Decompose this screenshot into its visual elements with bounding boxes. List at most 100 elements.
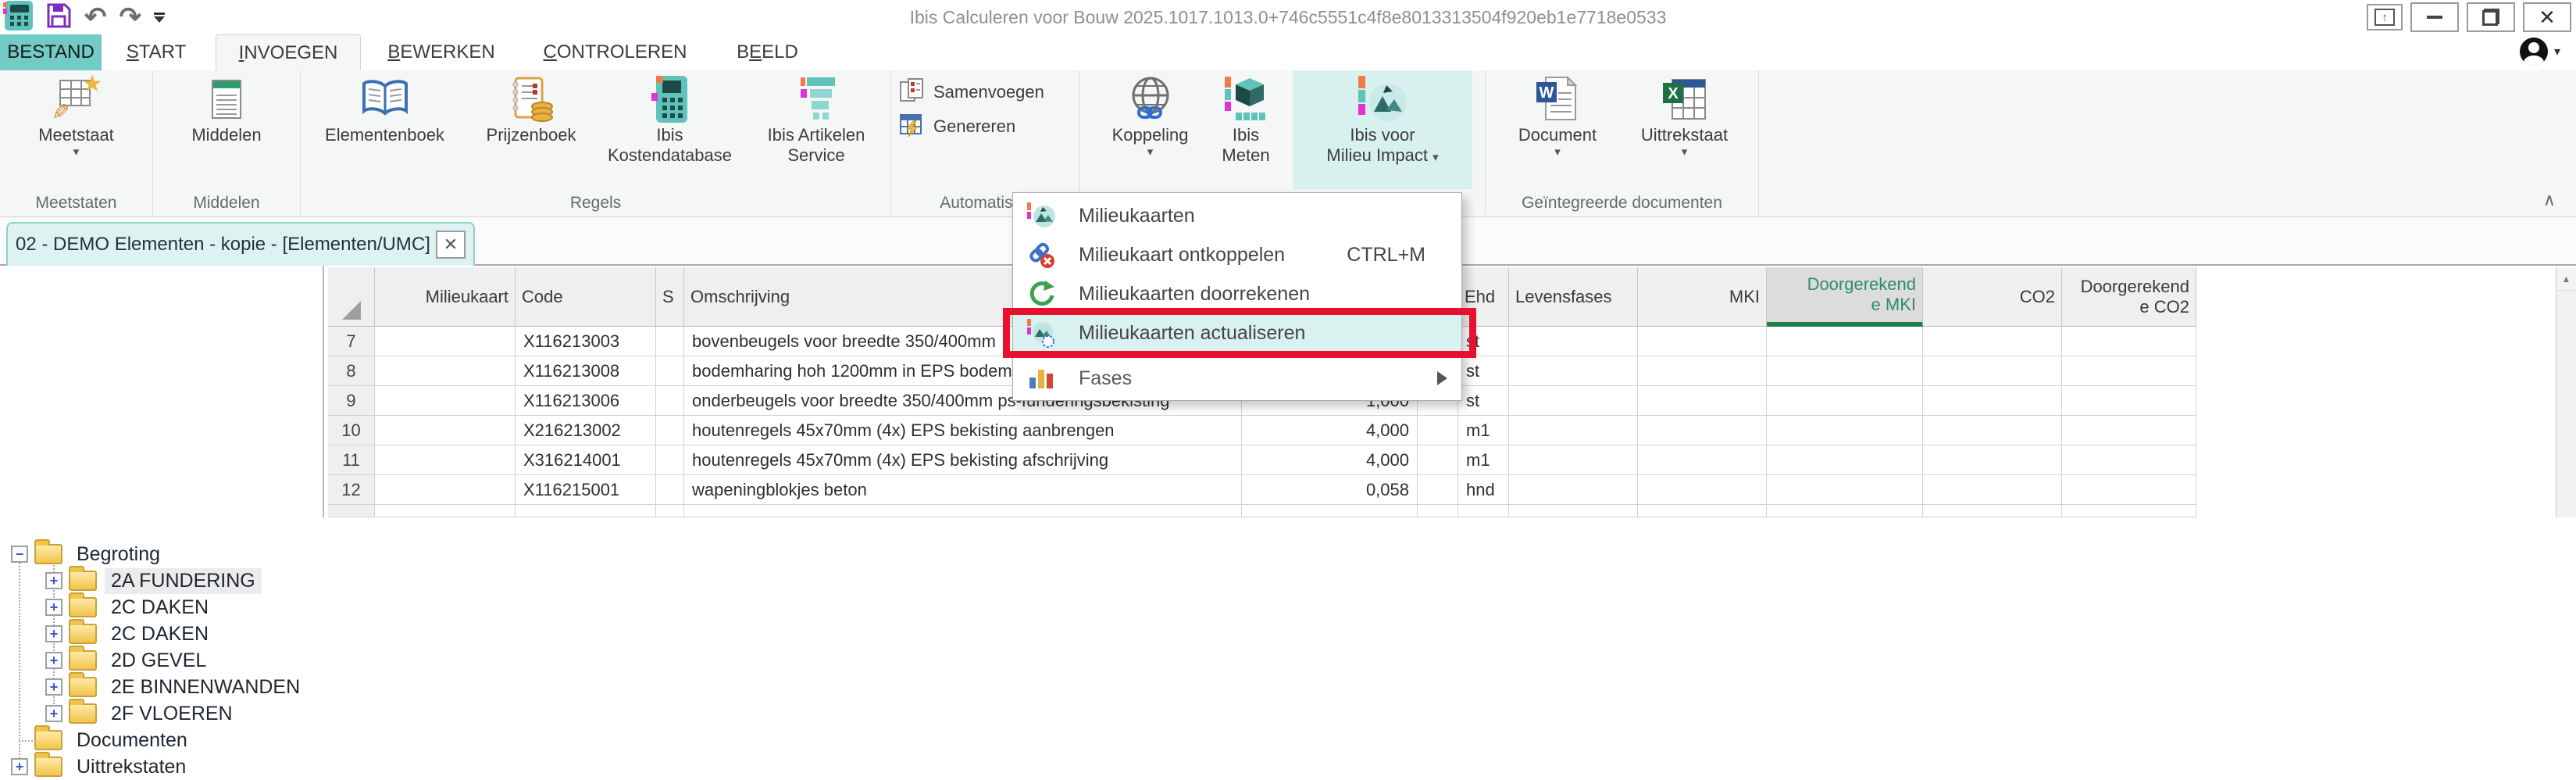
cell-milieukaart[interactable] xyxy=(375,327,516,356)
cell-milieukaart[interactable] xyxy=(375,386,516,416)
document-button[interactable]: W Document ▾ xyxy=(1495,70,1620,189)
tree-item-documenten[interactable]: Documenten xyxy=(0,727,323,753)
cell-levensfases[interactable] xyxy=(1509,445,1638,475)
tab-invoegen[interactable]: INVOEGEN xyxy=(216,34,361,70)
row-number[interactable]: 11 xyxy=(328,445,375,475)
select-all-corner-cell[interactable] xyxy=(328,267,375,327)
tree-expand-toggle[interactable]: + xyxy=(11,758,28,775)
tab-bewerken[interactable]: BEWERKEN xyxy=(379,34,504,70)
cell-co2[interactable] xyxy=(1923,327,2062,356)
header-co2[interactable]: CO2 xyxy=(1923,267,2062,327)
cell-doorgerekende-mki[interactable] xyxy=(1767,327,1923,356)
tree-item-2a-fundering[interactable]: + 2A FUNDERING xyxy=(0,567,323,594)
cell-ehd[interactable]: st xyxy=(1458,386,1509,416)
menu-item-fases[interactable]: Fases xyxy=(1013,360,1461,397)
row-number[interactable]: 12 xyxy=(328,475,375,505)
header-ehd[interactable]: Ehd xyxy=(1458,267,1509,327)
cell-doorgerekende-co2[interactable] xyxy=(2062,327,2196,356)
samenvoegen-button[interactable]: Samenvoegen xyxy=(899,78,1044,106)
cell-s[interactable] xyxy=(656,356,684,386)
cell-code[interactable]: X116213008 xyxy=(516,356,656,386)
tab-start[interactable]: START xyxy=(117,34,195,70)
cell-doorgerekende-mki[interactable] xyxy=(1767,386,1923,416)
save-button[interactable] xyxy=(45,2,72,34)
cell-code[interactable]: X316214001 xyxy=(516,445,656,475)
cell-narrow[interactable] xyxy=(1418,416,1458,445)
cell-omschrijving[interactable]: wapeningblokjes beton xyxy=(684,475,1242,505)
ibis-kostendatabase-button[interactable]: IbisKostendatabase xyxy=(596,70,744,189)
undo-button[interactable]: ↶ xyxy=(84,2,107,32)
cell-ehd[interactable]: hnd xyxy=(1458,475,1509,505)
cell-milieukaart[interactable] xyxy=(375,475,516,505)
row-number[interactable]: 10 xyxy=(328,416,375,445)
prijzenboek-button[interactable]: Prijzenboek xyxy=(467,70,596,189)
tree-item-2f-vloeren[interactable]: + 2F VLOEREN xyxy=(0,700,323,727)
tree-item-begroting[interactable]: − Begroting xyxy=(0,541,323,567)
menu-item-milieukaarten-doorrekenen[interactable]: Milieukaarten doorrekenen xyxy=(1013,274,1461,313)
cell-s[interactable] xyxy=(656,505,684,517)
account-button[interactable]: ▾ xyxy=(2520,38,2560,66)
cell-doorgerekende-mki[interactable] xyxy=(1767,416,1923,445)
menu-item-milieukaart-ontkoppelen[interactable]: Milieukaart ontkoppelen CTRL+M xyxy=(1013,235,1461,274)
tree-item-uittrekstaten[interactable]: + Uittrekstaten xyxy=(0,753,323,780)
cell-doorgerekende-co2[interactable] xyxy=(2062,416,2196,445)
header-milieukaart[interactable]: Milieukaart xyxy=(375,267,516,327)
cell-levensfases[interactable] xyxy=(1509,386,1638,416)
cell-ehd[interactable]: st xyxy=(1458,356,1509,386)
genereren-button[interactable]: Genereren xyxy=(899,113,1015,141)
close-button[interactable]: ✕ xyxy=(2523,2,2571,32)
cell-ehd[interactable]: m1 xyxy=(1458,416,1509,445)
tree-expand-toggle[interactable]: + xyxy=(45,652,62,669)
cell-milieukaart[interactable] xyxy=(375,356,516,386)
cell-doorgerekende-mki[interactable] xyxy=(1767,505,1923,517)
tree-item-2c-daken-2[interactable]: + 2C DAKEN xyxy=(0,621,323,647)
cell-code[interactable]: X116215001 xyxy=(516,475,656,505)
ribbon-display-options-button[interactable]: ↑ xyxy=(2367,4,2403,30)
cell-hoeveelheid[interactable] xyxy=(1242,505,1418,517)
tree-item-2d-gevel[interactable]: + 2D GEVEL xyxy=(0,647,323,674)
cell-doorgerekende-co2[interactable] xyxy=(2062,356,2196,386)
cell-mki[interactable] xyxy=(1638,356,1767,386)
cell-code[interactable]: X216213002 xyxy=(516,416,656,445)
cell-s[interactable] xyxy=(656,475,684,505)
cell-hoeveelheid[interactable]: 4,000 xyxy=(1242,445,1418,475)
row-number[interactable]: 7 xyxy=(328,327,375,356)
document-tab-close-button[interactable]: ✕ xyxy=(436,231,466,259)
header-levensfases[interactable]: Levensfases xyxy=(1509,267,1638,327)
cell-milieukaart[interactable] xyxy=(375,416,516,445)
cell-code[interactable] xyxy=(516,505,656,517)
tree-expand-toggle[interactable]: + xyxy=(45,625,62,642)
header-doorgerekende-mki[interactable]: Doorgerekende MKI xyxy=(1767,267,1923,327)
cell-doorgerekende-co2[interactable] xyxy=(2062,386,2196,416)
header-mki[interactable]: MKI xyxy=(1638,267,1767,327)
document-tab[interactable]: 02 - DEMO Elementen - kopie - [Elementen… xyxy=(6,222,475,266)
cell-omschrijving[interactable]: houtenregels 45x70mm (4x) EPS bekisting … xyxy=(684,416,1242,445)
cell-milieukaart[interactable] xyxy=(375,445,516,475)
tab-beeld[interactable]: BEELD xyxy=(726,34,808,70)
cell-mki[interactable] xyxy=(1638,505,1767,517)
cell-code[interactable]: X116213006 xyxy=(516,386,656,416)
row-number[interactable]: 9 xyxy=(328,386,375,416)
ibis-voor-milieu-impact-button[interactable]: Ibis voorMilieu Impact ▾ xyxy=(1293,70,1472,189)
cell-code[interactable]: X116213003 xyxy=(516,327,656,356)
menu-item-milieukaarten[interactable]: Milieukaarten xyxy=(1013,196,1461,235)
tree-item-2c-daken[interactable]: + 2C DAKEN xyxy=(0,594,323,621)
tree-expand-toggle[interactable]: + xyxy=(45,678,62,696)
cell-mki[interactable] xyxy=(1638,416,1767,445)
cell-levensfases[interactable] xyxy=(1509,327,1638,356)
vertical-scrollbar[interactable]: ▲ xyxy=(2556,267,2576,517)
cell-co2[interactable] xyxy=(1923,505,2062,517)
cell-doorgerekende-mki[interactable] xyxy=(1767,356,1923,386)
cell-co2[interactable] xyxy=(1923,356,2062,386)
tree-collapse-toggle[interactable]: − xyxy=(11,546,28,563)
cell-doorgerekende-mki[interactable] xyxy=(1767,445,1923,475)
cell-mki[interactable] xyxy=(1638,445,1767,475)
cell-hoeveelheid[interactable]: 0,058 xyxy=(1242,475,1418,505)
cell-omschrijving[interactable]: houtenregels 45x70mm (4x) EPS bekisting … xyxy=(684,445,1242,475)
cell-mki[interactable] xyxy=(1638,327,1767,356)
cell-levensfases[interactable] xyxy=(1509,356,1638,386)
tab-bestand[interactable]: BESTAND xyxy=(0,34,102,70)
qat-customize-dropdown-icon[interactable] xyxy=(154,13,165,23)
tree-expand-toggle[interactable]: + xyxy=(45,572,62,589)
header-code[interactable]: Code xyxy=(516,267,656,327)
